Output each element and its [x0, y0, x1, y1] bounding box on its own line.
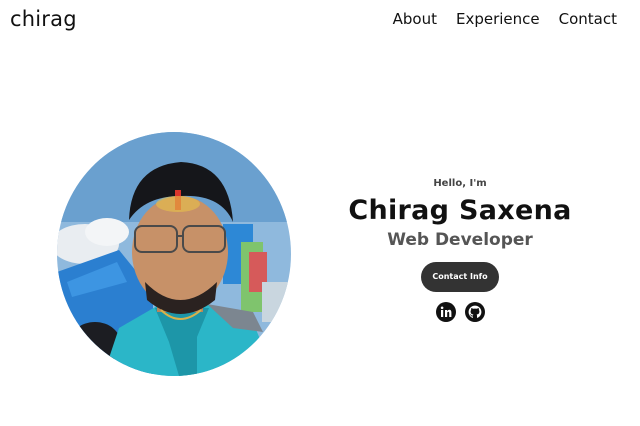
nav-link-experience[interactable]: Experience	[456, 10, 540, 28]
greeting-text: Hello, I'm	[433, 178, 487, 189]
hero-section: Hello, I'm Chirag Saxena Web Developer C…	[330, 178, 590, 322]
social-links	[330, 302, 590, 322]
nav-link-contact[interactable]: Contact	[559, 10, 617, 28]
nav-link-about[interactable]: About	[393, 10, 437, 28]
linkedin-icon[interactable]	[435, 302, 456, 322]
navbar: chirag About Experience Contact	[0, 0, 640, 40]
contact-info-button[interactable]: Contact Info	[421, 262, 499, 292]
github-icon[interactable]	[464, 302, 485, 322]
nav-links: About Experience Contact	[393, 10, 617, 28]
page: chirag About Experience Contact Hello, I…	[0, 0, 640, 426]
profile-photo	[57, 132, 291, 376]
site-logo[interactable]: chirag	[10, 7, 77, 31]
hero-role: Web Developer	[387, 230, 533, 250]
hero-name: Chirag Saxena	[348, 195, 572, 226]
